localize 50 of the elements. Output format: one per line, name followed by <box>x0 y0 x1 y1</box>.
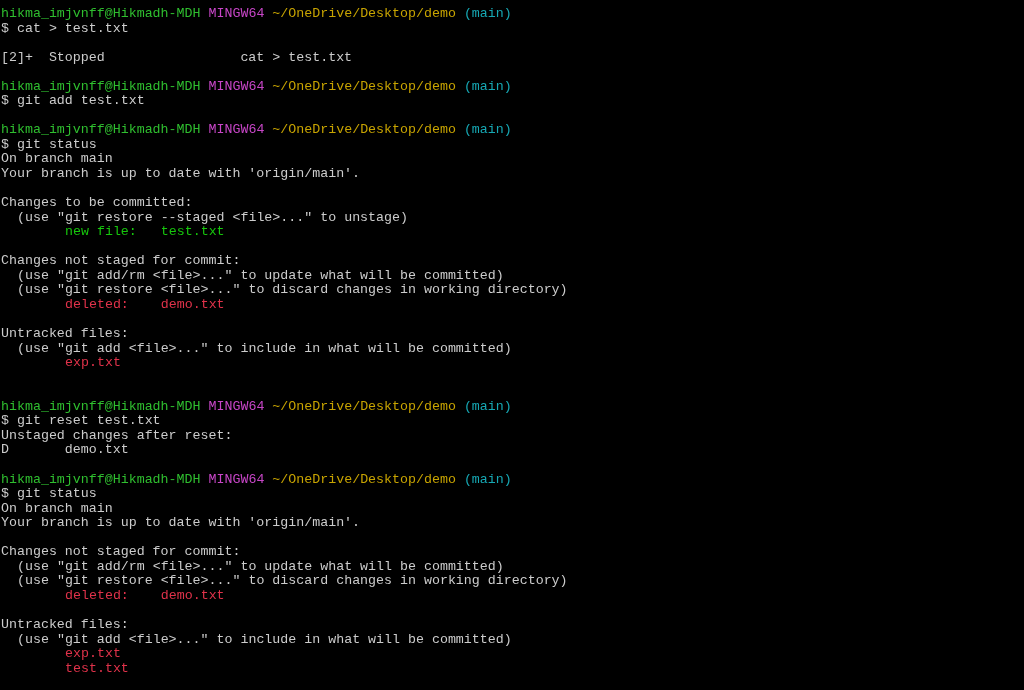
prompt-shell: MINGW64 <box>208 399 265 415</box>
hint-line: (use "git restore --staged <file>..." to unstage) <box>17 210 408 226</box>
command-line: $ cat > test.txt <box>1 21 129 37</box>
prompt-branch: (main) <box>463 79 512 95</box>
prompt-user: hikma_imjvnff@Hikmadh-MDH <box>1 7 201 22</box>
file-entry: deleted: demo.txt <box>65 297 225 313</box>
hint-line: (use "git restore <file>..." to discard changes in working directory) <box>17 574 568 589</box>
output-line: Changes to be committed: <box>1 196 193 211</box>
hint-line: (use "git add <file>..." to include in what will be committed) <box>17 632 512 648</box>
prompt-branch: (main) <box>463 7 512 22</box>
prompt-user: hikma_imjvnff@Hikmadh-MDH <box>1 79 201 95</box>
output-line: On branch main <box>1 152 113 167</box>
prompt-user: hikma_imjvnff@Hikmadh-MDH <box>1 123 201 138</box>
file-entry: exp.txt <box>65 356 121 371</box>
prompt-shell: MINGW64 <box>208 472 265 488</box>
output-line: D demo.txt <box>1 443 129 458</box>
file-entry: deleted: demo.txt <box>65 588 225 604</box>
command-line: $ git status <box>1 487 97 502</box>
prompt-shell: MINGW64 <box>208 79 265 95</box>
file-entry: new file: test.txt <box>65 225 225 240</box>
prompt-shell: MINGW64 <box>208 7 265 22</box>
prompt-user: hikma_imjvnff@Hikmadh-MDH <box>1 472 201 488</box>
command-line: $ git reset test.txt <box>1 414 161 429</box>
output-line: Untracked files: <box>1 327 129 342</box>
output-line: Changes not staged for commit: <box>1 254 241 269</box>
prompt-user: hikma_imjvnff@Hikmadh-MDH <box>1 399 201 415</box>
output-line: Untracked files: <box>1 617 129 633</box>
file-entry: exp.txt <box>65 647 121 662</box>
output-line: [2]+ Stopped cat > test.txt <box>1 50 353 66</box>
prompt-path: ~/OneDrive/Desktop/demo <box>272 7 456 22</box>
output-line: Your branch is up to date with 'origin/main'. <box>1 516 361 531</box>
output-line: Unstaged changes after reset: <box>1 428 233 444</box>
prompt-path: ~/OneDrive/Desktop/demo <box>272 123 456 138</box>
hint-line: (use "git add/rm <file>..." to update what will be committed) <box>17 559 504 575</box>
prompt-branch: (main) <box>463 123 512 138</box>
command-line: $ git status <box>1 137 97 153</box>
prompt-path: ~/OneDrive/Desktop/demo <box>272 472 456 488</box>
hint-line: (use "git add <file>..." to include in what will be committed) <box>17 341 512 357</box>
output-line: Changes not staged for commit: <box>1 545 241 560</box>
prompt-branch: (main) <box>463 472 512 488</box>
prompt-branch: (main) <box>463 399 512 415</box>
command-line: $ git add test.txt <box>1 94 145 109</box>
prompt-shell: MINGW64 <box>208 123 265 138</box>
output-line: Your branch is up to date with 'origin/main'. <box>1 167 361 182</box>
hint-line: (use "git restore <file>..." to discard changes in working directory) <box>17 283 568 298</box>
hint-line: (use "git add/rm <file>..." to update what will be committed) <box>17 268 504 284</box>
file-entry: test.txt <box>65 661 129 677</box>
prompt-path: ~/OneDrive/Desktop/demo <box>272 79 456 95</box>
prompt-path: ~/OneDrive/Desktop/demo <box>272 399 456 415</box>
output-line: On branch main <box>1 501 113 517</box>
